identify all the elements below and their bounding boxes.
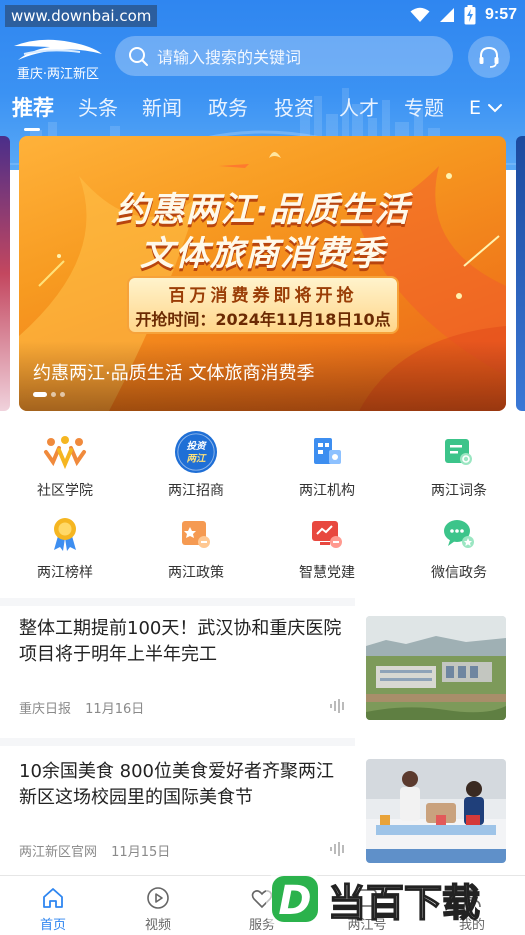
medal-icon [43,512,87,556]
channel-tabs: 推荐 头条 新闻 政务 投资 人才 专题 E [0,90,525,134]
quick-access-grid: 社区学院 投资 两江 两江招商 两江机构 两江词条 两江榜样 两江政策 智慧党建… [0,430,525,590]
news-thumbnail [366,616,506,720]
grid-label: 两江招商 [168,483,224,499]
grid-label: 智慧党建 [299,565,355,581]
grid-item-organization[interactable]: 两江机构 [272,430,382,500]
search-placeholder: 请输入搜索的关键词 [157,48,302,67]
audio-wave-icon[interactable] [329,841,347,857]
grid-item-party-building[interactable]: 智慧党建 [272,512,382,582]
badge-line2: 两江 [186,453,207,465]
battery-charging-icon [464,5,476,25]
status-bar: www.downbai.com 9:57 [0,0,525,30]
grid-label: 两江机构 [299,483,355,499]
grid-label: 两江政策 [168,565,224,581]
carousel-next-peek[interactable] [516,136,525,411]
news-item[interactable]: 整体工期提前100天！武汉协和重庆医院项目将于明年上半年完工 重庆日报 11月1… [0,616,525,756]
news-title: 10余国美食 800位美食爱好者齐聚两江新区这场校园里的国际美食节 [19,761,334,808]
audio-wave-icon[interactable] [329,698,347,714]
grid-item-policy[interactable]: 两江政策 [141,512,251,582]
news-date: 11月15日 [111,845,171,860]
construction-site-photo [366,616,506,720]
nav-video[interactable]: 视频 [118,882,198,934]
carousel-dot [51,392,56,397]
section-divider [0,738,355,746]
video-play-icon [147,887,169,909]
grid-item-wechat[interactable]: 微信政务 [404,512,514,582]
wechat-icon [437,512,481,556]
grid-label: 社区学院 [37,483,93,499]
carousel-indicator [33,392,65,397]
grid-item-community-college[interactable]: 社区学院 [10,430,120,500]
banner-caption: 约惠两江·品质生活 文体旅商消费季 [33,363,315,384]
news-source: 两江新区官网 [19,845,98,860]
tab-investment[interactable]: 投资 [274,90,314,126]
community-college-icon [43,430,87,474]
tab-government[interactable]: 政务 [208,90,248,126]
tab-news[interactable]: 新闻 [142,90,182,126]
nav-label: 首页 [39,918,66,933]
tab-more-label: E [469,97,482,119]
logo-text: 重庆·两江新区 [16,67,100,82]
logo-wing-icon [14,39,102,60]
grid-item-role-models[interactable]: 两江榜样 [10,512,120,582]
wifi-icon [410,7,430,22]
tab-talent[interactable]: 人才 [339,90,379,126]
investment-badge-icon: 投资 两江 [174,430,218,474]
signal-icon [439,8,454,22]
search-icon [129,47,148,66]
banner-plate-line2: 开抢时间：2024年11月18日10点 [135,310,391,329]
nav-home[interactable]: 首页 [13,882,93,934]
watermark-url: www.downbai.com [5,5,158,27]
carousel-prev-peek[interactable] [0,136,10,411]
app-screen: www.downbai.com 9:57 重庆·两江新区 请输入搜索的关键词 推… [0,0,525,935]
watermark-text: 当百下载 [328,881,480,925]
tab-headlines[interactable]: 头条 [78,90,118,126]
search-input[interactable]: 请输入搜索的关键词 [115,36,453,76]
grid-item-investment[interactable]: 投资 两江 两江招商 [141,430,251,500]
app-logo[interactable]: 重庆·两江新区 [10,34,106,82]
news-date: 11月16日 [85,702,145,717]
organization-icon [305,430,349,474]
badge-line1: 投资 [186,440,207,452]
home-icon [43,888,63,908]
news-meta: 重庆日报 11月16日 [19,698,144,717]
tab-more-button[interactable]: E [469,90,503,126]
active-tab-indicator [24,128,40,131]
section-divider [0,598,355,606]
news-meta: 两江新区官网 11月15日 [19,841,170,860]
banner-title-line2: 文体旅商消费季 [140,234,385,274]
tab-recommend[interactable]: 推荐 [12,90,54,126]
customer-service-button[interactable] [468,36,510,78]
glossary-icon [437,430,481,474]
chevron-down-icon [488,104,503,113]
news-source: 重庆日报 [19,702,72,717]
banner-title-line1: 约惠两江·品质生活 [115,190,410,230]
news-title: 整体工期提前100天！武汉协和重庆医院项目将于明年上半年完工 [19,618,342,665]
banner-coupon-plate: 百万消费券即将开抢 开抢时间：2024年11月18日10点 [127,276,399,334]
banner-plate-line1: 百万消费券即将开抢 [168,286,358,306]
party-building-icon [305,512,349,556]
news-thumbnail [366,759,506,863]
carousel-dot-active [33,392,47,397]
status-time: 9:57 [484,6,517,23]
carousel-dot [60,392,65,397]
grid-label: 两江榜样 [37,565,93,581]
grid-label: 两江词条 [431,483,487,499]
grid-label: 微信政务 [431,565,487,581]
nav-label: 视频 [144,918,171,933]
headset-icon [479,46,499,68]
grid-item-glossary[interactable]: 两江词条 [404,430,514,500]
watermark-letter: D [278,878,311,924]
promo-banner[interactable]: 约惠两江·品质生活 文体旅商消费季 百万消费券即将开抢 开抢时间：2024年11… [19,136,506,411]
food-festival-photo [366,759,506,863]
download-site-watermark: D 当百下载 [266,872,481,928]
policy-icon [174,512,218,556]
status-icons: 9:57 [410,4,517,26]
tab-topics[interactable]: 专题 [404,90,444,126]
